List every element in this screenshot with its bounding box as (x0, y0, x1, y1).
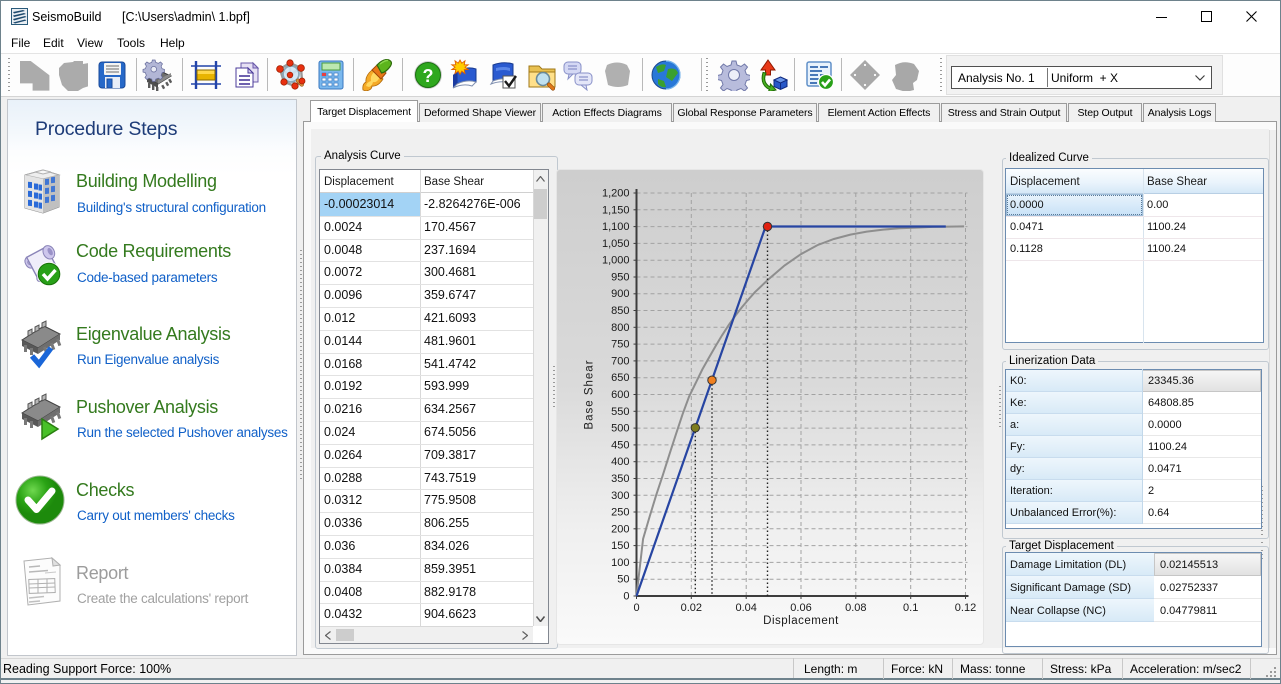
svg-text:850: 850 (611, 305, 629, 317)
svg-text:100: 100 (611, 557, 629, 569)
svg-text:?: ? (423, 66, 434, 86)
svg-text:0.06: 0.06 (790, 602, 811, 614)
svg-text:250: 250 (611, 507, 629, 519)
svg-text:0.08: 0.08 (845, 602, 866, 614)
svg-text:1,100: 1,100 (602, 221, 630, 233)
svg-text:700: 700 (611, 355, 629, 367)
svg-text:900: 900 (611, 288, 629, 300)
svg-text:50: 50 (617, 574, 629, 586)
svg-text:150: 150 (611, 540, 629, 552)
svg-text:750: 750 (611, 339, 629, 351)
svg-text:0.04: 0.04 (735, 602, 756, 614)
svg-text:800: 800 (611, 322, 629, 334)
svg-text:0: 0 (623, 591, 629, 603)
svg-text:0.1: 0.1 (903, 602, 918, 614)
svg-text:Base Shear: Base Shear (584, 359, 596, 429)
svg-text:500: 500 (611, 423, 629, 435)
svg-text:650: 650 (611, 372, 629, 384)
svg-text:350: 350 (611, 473, 629, 485)
svg-text:1,000: 1,000 (602, 255, 630, 267)
svg-text:200: 200 (611, 523, 629, 535)
svg-text:600: 600 (611, 389, 629, 401)
svg-text:1,050: 1,050 (602, 238, 630, 250)
svg-text:550: 550 (611, 406, 629, 418)
svg-text:0.12: 0.12 (955, 602, 976, 614)
svg-text:300: 300 (611, 490, 629, 502)
svg-text:950: 950 (611, 272, 629, 284)
svg-text:0.02: 0.02 (681, 602, 702, 614)
svg-text:450: 450 (611, 439, 629, 451)
svg-text:0: 0 (633, 602, 639, 614)
svg-text:1,200: 1,200 (602, 188, 630, 200)
svg-text:1,150: 1,150 (602, 204, 630, 216)
svg-text:400: 400 (611, 456, 629, 468)
svg-text:Displacement: Displacement (763, 615, 839, 627)
